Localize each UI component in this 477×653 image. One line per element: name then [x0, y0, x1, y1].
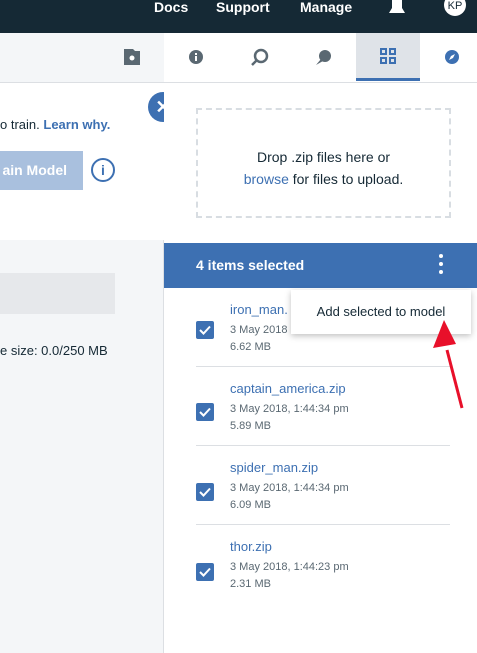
- progress-bar: [0, 273, 115, 314]
- dropzone-text: Drop .zip files here or: [256, 149, 391, 165]
- info-icon: [189, 50, 203, 64]
- left-toolbar: [0, 33, 164, 83]
- file-date: 3 May 2018, 1:44:23 pm: [230, 561, 349, 573]
- file-size: 5.89 MB: [230, 420, 271, 432]
- file-date: 3 May 2018: [230, 324, 288, 336]
- tab-explore[interactable]: [420, 33, 477, 81]
- history-icon: [251, 48, 269, 66]
- top-navigation-bar: Docs Support Manage KP: [0, 0, 477, 33]
- file-size: 6.62 MB: [230, 341, 271, 353]
- dropzone-text-rest: for files to upload.: [288, 171, 404, 187]
- overflow-menu-icon[interactable]: [437, 254, 445, 278]
- user-avatar[interactable]: KP: [444, 0, 466, 16]
- asset-settings-icon[interactable]: [124, 49, 140, 65]
- train-model-button[interactable]: ain Model: [0, 151, 83, 190]
- tab-info[interactable]: [164, 33, 228, 81]
- file-dropzone[interactable]: Drop .zip files here or browse for files…: [196, 108, 451, 218]
- panel-tabs: [164, 33, 477, 83]
- file-name-link[interactable]: captain_america.zip: [230, 381, 346, 396]
- info-icon[interactable]: i: [91, 158, 115, 182]
- train-description: o train. Learn why.: [0, 117, 110, 132]
- nav-manage-link[interactable]: Manage: [300, 0, 352, 14]
- compass-icon: [445, 50, 459, 64]
- file-date: 3 May 2018, 1:44:34 pm: [230, 403, 349, 415]
- comment-icon: [316, 50, 331, 65]
- list-item: captain_america.zip 3 May 2018, 1:44:34 …: [196, 367, 450, 446]
- selection-bar: 4 items selected: [164, 243, 477, 288]
- file-name-link[interactable]: spider_man.zip: [230, 460, 318, 475]
- item-checkbox[interactable]: [196, 563, 214, 581]
- file-name-link[interactable]: iron_man.: [230, 302, 288, 317]
- file-date: 3 May 2018, 1:44:34 pm: [230, 482, 349, 494]
- left-panel: o train. Learn why. ain Model i e size: …: [0, 33, 164, 653]
- learn-why-link[interactable]: Learn why.: [43, 117, 110, 132]
- selected-count: 4 items selected: [196, 257, 305, 273]
- checkmark-icon: [199, 487, 211, 497]
- nav-support-link[interactable]: Support: [216, 0, 270, 14]
- file-size: 6.09 MB: [230, 499, 271, 511]
- file-size: 2.31 MB: [230, 578, 271, 590]
- data-grid-icon: [380, 47, 396, 64]
- item-checkbox[interactable]: [196, 321, 214, 339]
- notification-bell-icon[interactable]: [388, 0, 406, 16]
- browse-link[interactable]: browse: [244, 171, 289, 187]
- train-card: o train. Learn why. ain Model i: [0, 83, 164, 240]
- size-usage-text: e size: 0.0/250 MB: [0, 343, 108, 358]
- add-selected-to-model-menu-item[interactable]: Add selected to model: [317, 304, 446, 319]
- tab-data[interactable]: [356, 33, 420, 81]
- list-item: thor.zip 3 May 2018, 1:44:23 pm 2.31 MB: [196, 525, 450, 604]
- train-text: o train.: [0, 117, 40, 132]
- file-name-link[interactable]: thor.zip: [230, 539, 272, 554]
- checkmark-icon: [199, 567, 211, 577]
- nav-docs-link[interactable]: Docs: [154, 0, 188, 14]
- annotation-arrow: [433, 320, 464, 409]
- item-checkbox[interactable]: [196, 403, 214, 421]
- list-item: spider_man.zip 3 May 2018, 1:44:34 pm 6.…: [196, 446, 450, 525]
- checkmark-icon: [199, 325, 211, 335]
- item-checkbox[interactable]: [196, 483, 214, 501]
- checkmark-icon: [199, 407, 211, 417]
- tab-history[interactable]: [228, 33, 292, 81]
- tab-comments[interactable]: [292, 33, 356, 81]
